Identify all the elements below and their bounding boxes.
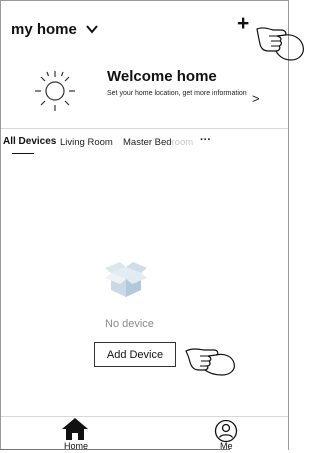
frame-bottom-line xyxy=(0,449,230,450)
pointing-hand-icon xyxy=(185,348,235,376)
chevron-down-icon[interactable] xyxy=(85,23,99,35)
add-button[interactable]: + xyxy=(237,13,249,35)
tab-living-room[interactable]: Living Room xyxy=(60,137,113,148)
tab-master-label-faded: room xyxy=(171,137,194,148)
user-icon[interactable] xyxy=(214,419,238,443)
empty-state-message: No device xyxy=(105,318,154,330)
phone-screen: my home + Welcome home Set your home loc… xyxy=(0,0,289,451)
active-tab-indicator xyxy=(12,153,34,154)
welcome-subtitle: Set your home location, get more informa… xyxy=(107,90,247,97)
nav-divider xyxy=(1,416,288,417)
tab-master-bedroom[interactable]: Master Bedroom xyxy=(123,137,193,148)
home-icon[interactable] xyxy=(61,417,89,441)
section-divider xyxy=(1,128,288,129)
pointing-hand-icon xyxy=(256,27,304,61)
tab-all-devices[interactable]: All Devices xyxy=(3,136,56,147)
add-device-button[interactable]: Add Device xyxy=(94,342,176,367)
tab-master-label: Master Bed xyxy=(123,137,172,148)
more-tabs-button[interactable]: ··· xyxy=(200,134,211,146)
room-tabs: All Devices Living Room Master Bedroom ·… xyxy=(1,134,288,154)
welcome-arrow[interactable]: > xyxy=(252,91,260,106)
empty-box-icon xyxy=(105,262,147,297)
sun-icon xyxy=(35,71,75,111)
home-selector[interactable]: my home xyxy=(11,21,77,38)
welcome-title: Welcome home xyxy=(107,68,217,85)
